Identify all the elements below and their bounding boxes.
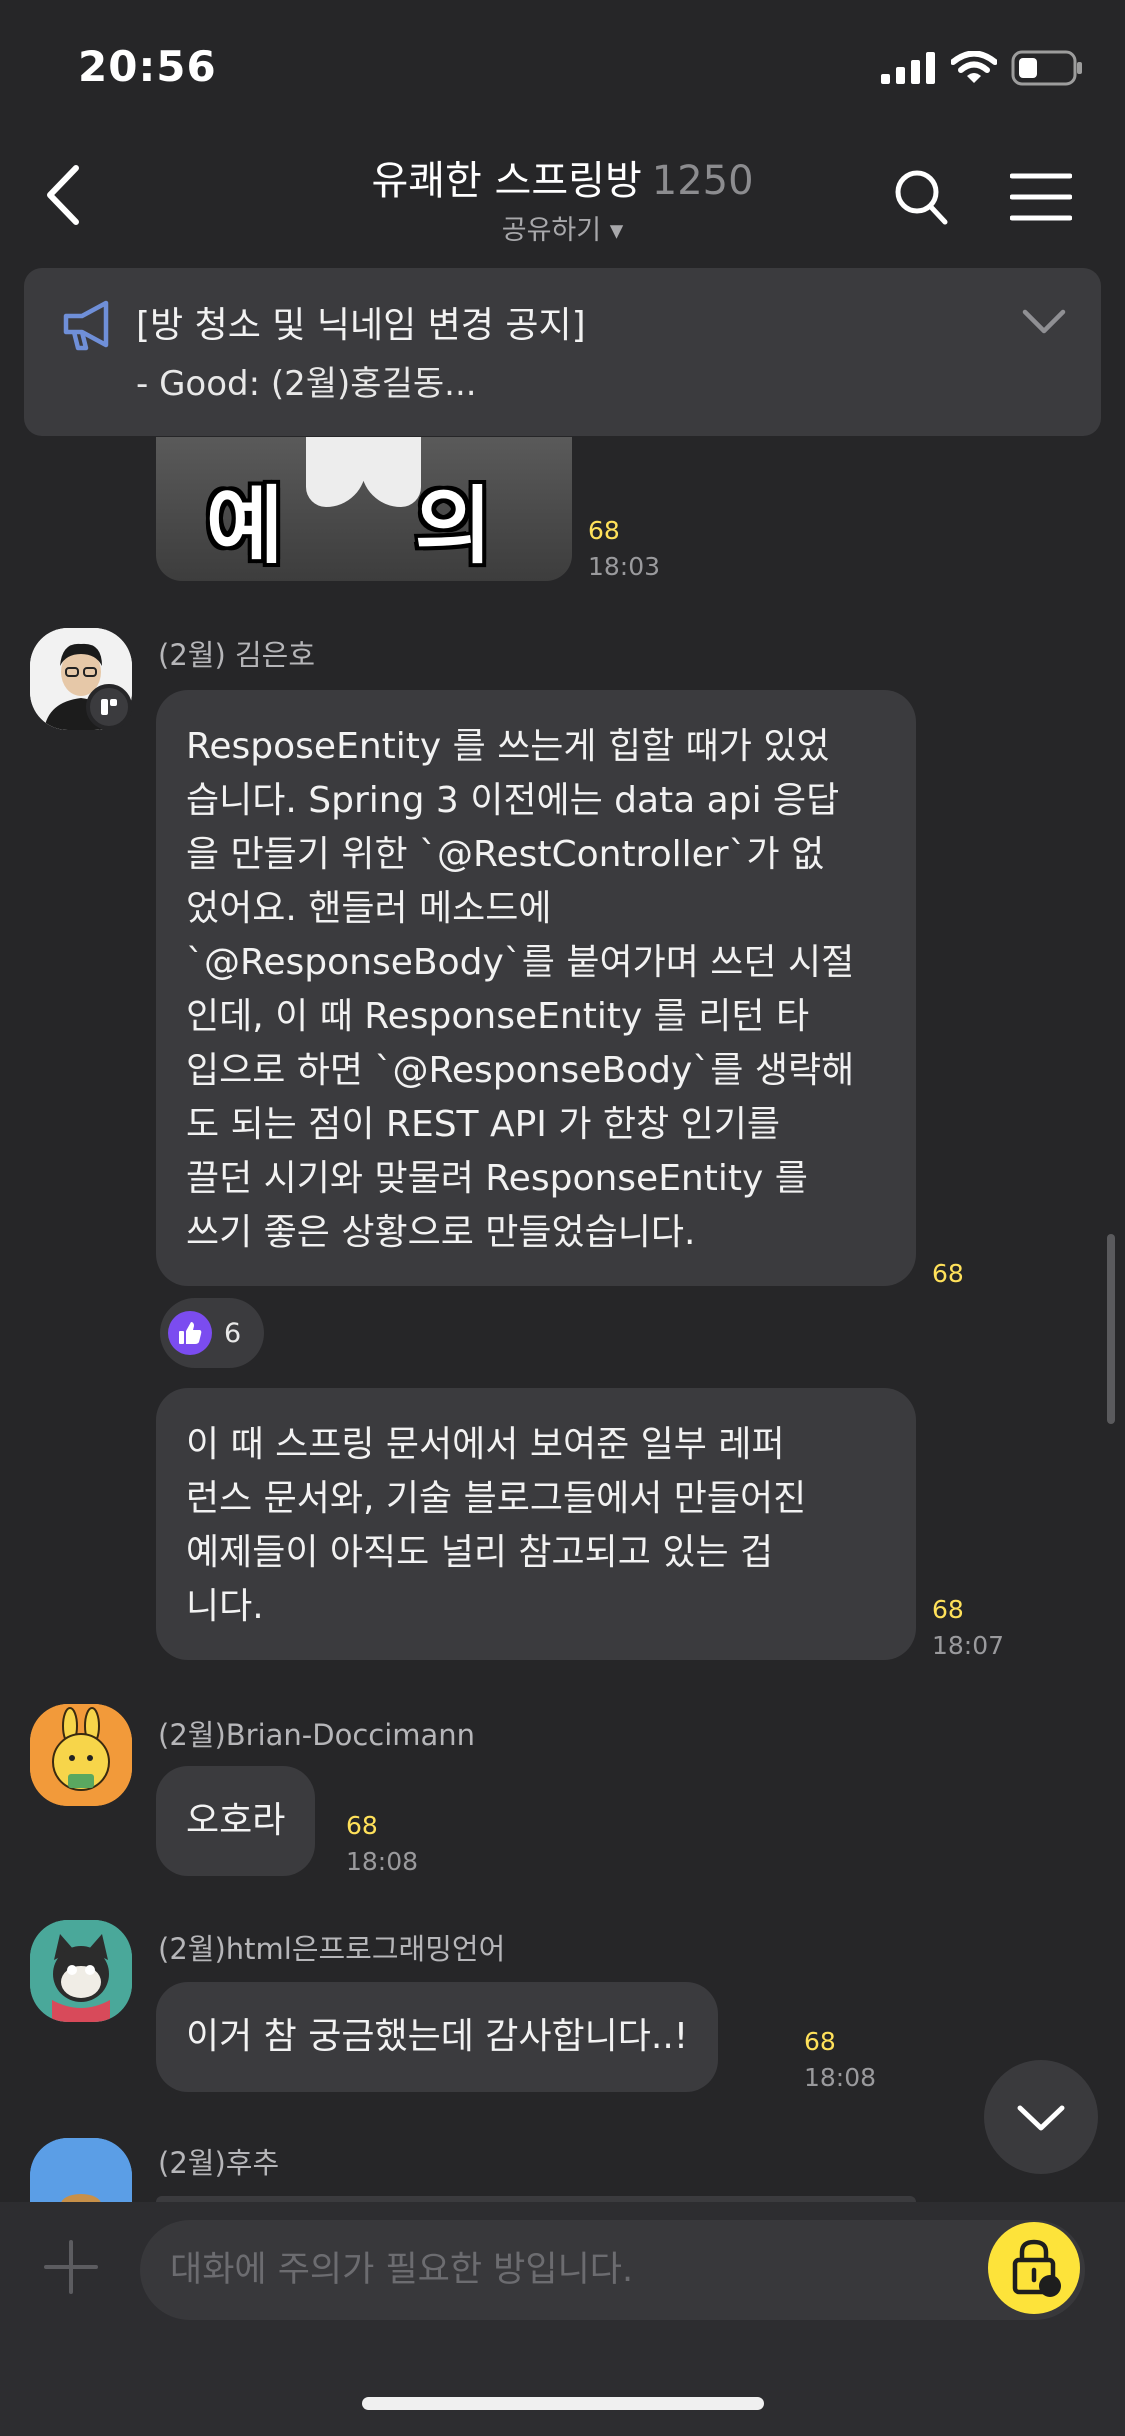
message-time: 18:08 (346, 1847, 419, 1876)
sender-name: (2월)html은프로그래밍언어 (158, 1932, 506, 1966)
message-line: 을 만들기 위한 `@RestController`가 없 (186, 834, 825, 875)
avatar[interactable] (30, 1920, 132, 2022)
message-line: `@ResponseBody`를 붙여가며 쓰던 시절 (186, 942, 855, 983)
message-meta: 68 18:08 (346, 1808, 418, 1880)
message-time: 18:08 (804, 2063, 877, 2092)
avatar[interactable] (30, 2138, 132, 2202)
message-meta: 68 18:07 (932, 1592, 1004, 1664)
chevron-down-icon (1017, 2105, 1065, 2131)
message-line: 습니다. Spring 3 이전에는 data api 응답 (186, 780, 840, 821)
image-caption-right: 의 (414, 477, 492, 575)
status-time: 20:56 (78, 42, 217, 91)
sender-name: (2월) 김은호 (158, 638, 316, 672)
unread-count: 68 (932, 1259, 964, 1288)
image-caption: 예 의 (156, 459, 572, 580)
battery-icon (1011, 50, 1082, 86)
message-text: 오호라 (186, 1800, 286, 1841)
wifi-icon (951, 51, 997, 83)
message-meta: 68 (932, 1256, 964, 1292)
image-message-meta: 68 18:03 (588, 513, 660, 585)
message-time: 18:03 (588, 552, 661, 581)
message-line: 도 되는 점이 REST API 가 한창 인기를 (186, 1104, 780, 1145)
message-line: 었어요. 핸들러 메소드에 (186, 888, 552, 929)
message-line: 이 때 스프링 문서에서 보여준 일부 레퍼 (186, 1424, 785, 1465)
status-icons (881, 50, 1083, 86)
megaphone-icon (63, 300, 109, 351)
thumbs-up-icon (168, 1311, 212, 1355)
message-line: 니다. (186, 1586, 264, 1627)
scroll-to-bottom-button[interactable] (984, 2060, 1098, 2174)
message-meta: 68 18:08 (804, 2024, 876, 2096)
message-line: 인데, 이 때 ResponseEntity 를 리턴 타 (186, 996, 810, 1037)
message-bubble[interactable]: 오호라 (156, 1766, 316, 1876)
message-line: ResposeEntity 를 쓰는게 힙할 때가 있었 (186, 726, 830, 767)
message-line: 런스 문서와, 기술 블로그들에서 만들어진 (186, 1478, 807, 1519)
member-count: 1250 (651, 158, 754, 204)
search-button[interactable] (893, 168, 949, 228)
message-bubble[interactable]: ResposeEntity 를 쓰는게 힙할 때가 있었 습니다. Spring… (156, 690, 916, 1286)
message-line: 입으로 하면 `@ResponseBody`를 생략해 (186, 1050, 855, 1091)
hamburger-menu-icon (1009, 173, 1073, 221)
chat-title: 유쾌한 스프링방 1250 (0, 148, 1125, 206)
message-input[interactable] (140, 2220, 1085, 2320)
sender-name: (2월)후추 (158, 2146, 280, 2180)
notice-subtitle: - Good: (2월)홍길동... (136, 364, 477, 404)
unread-count: 68 (932, 1595, 964, 1624)
menu-button[interactable] (1009, 172, 1073, 222)
add-attachment-button[interactable] (44, 2240, 98, 2294)
avatar[interactable] (30, 1704, 132, 1806)
profile-badge-icon (86, 684, 132, 730)
unread-count: 68 (346, 1811, 378, 1840)
plus-icon (44, 2240, 98, 2294)
cellular-signal-icon (881, 52, 935, 84)
lock-icon (1012, 2239, 1061, 2297)
image-caption-left: 예 (206, 477, 284, 575)
sender-name: (2월)Brian-Doccimann (158, 1718, 476, 1752)
share-dropdown[interactable]: 공유하기 ▾ (0, 208, 1125, 247)
reaction-badge[interactable]: 6 (160, 1298, 264, 1368)
notice-title: [방 청소 및 닉네임 변경 공지] (136, 305, 586, 346)
reaction-count: 6 (224, 1317, 242, 1349)
character-avatar-icon (30, 1920, 132, 2022)
message-line: 쓰기 좋은 상황으로 만들었습니다. (186, 1212, 696, 1253)
search-icon (895, 170, 948, 225)
character-avatar-icon (30, 1704, 132, 1806)
notice-banner[interactable]: [방 청소 및 닉네임 변경 공지] - Good: (2월)홍길동... (24, 268, 1101, 436)
unread-count: 68 (804, 2027, 836, 2056)
chat-room-name: 유쾌한 스프링방 (371, 158, 642, 204)
message-bubble[interactable]: 이거 참 궁금했는데 감사합니다..! (156, 1982, 719, 2092)
message-line: 예제들이 아직도 널리 참고되고 있는 겁 (186, 1532, 774, 1573)
message-bubble[interactable]: 이 때 스프링 문서에서 보여준 일부 레퍼 런스 문서와, 기술 블로그들에서… (156, 1388, 916, 1660)
secure-send-button[interactable] (988, 2222, 1080, 2314)
character-avatar-icon (30, 2138, 132, 2202)
chevron-down-icon[interactable] (1021, 308, 1067, 336)
image-message[interactable]: 예 의 (156, 437, 572, 581)
message-line: 끌던 시기와 맞물려 ResponseEntity 를 (186, 1158, 808, 1199)
scroll-indicator[interactable] (1107, 1234, 1115, 1424)
unread-count: 68 (588, 516, 620, 545)
home-indicator (362, 2397, 764, 2410)
message-text: 이거 참 궁금했는데 감사합니다..! (186, 2016, 689, 2057)
message-time: 18:07 (932, 1631, 1005, 1660)
